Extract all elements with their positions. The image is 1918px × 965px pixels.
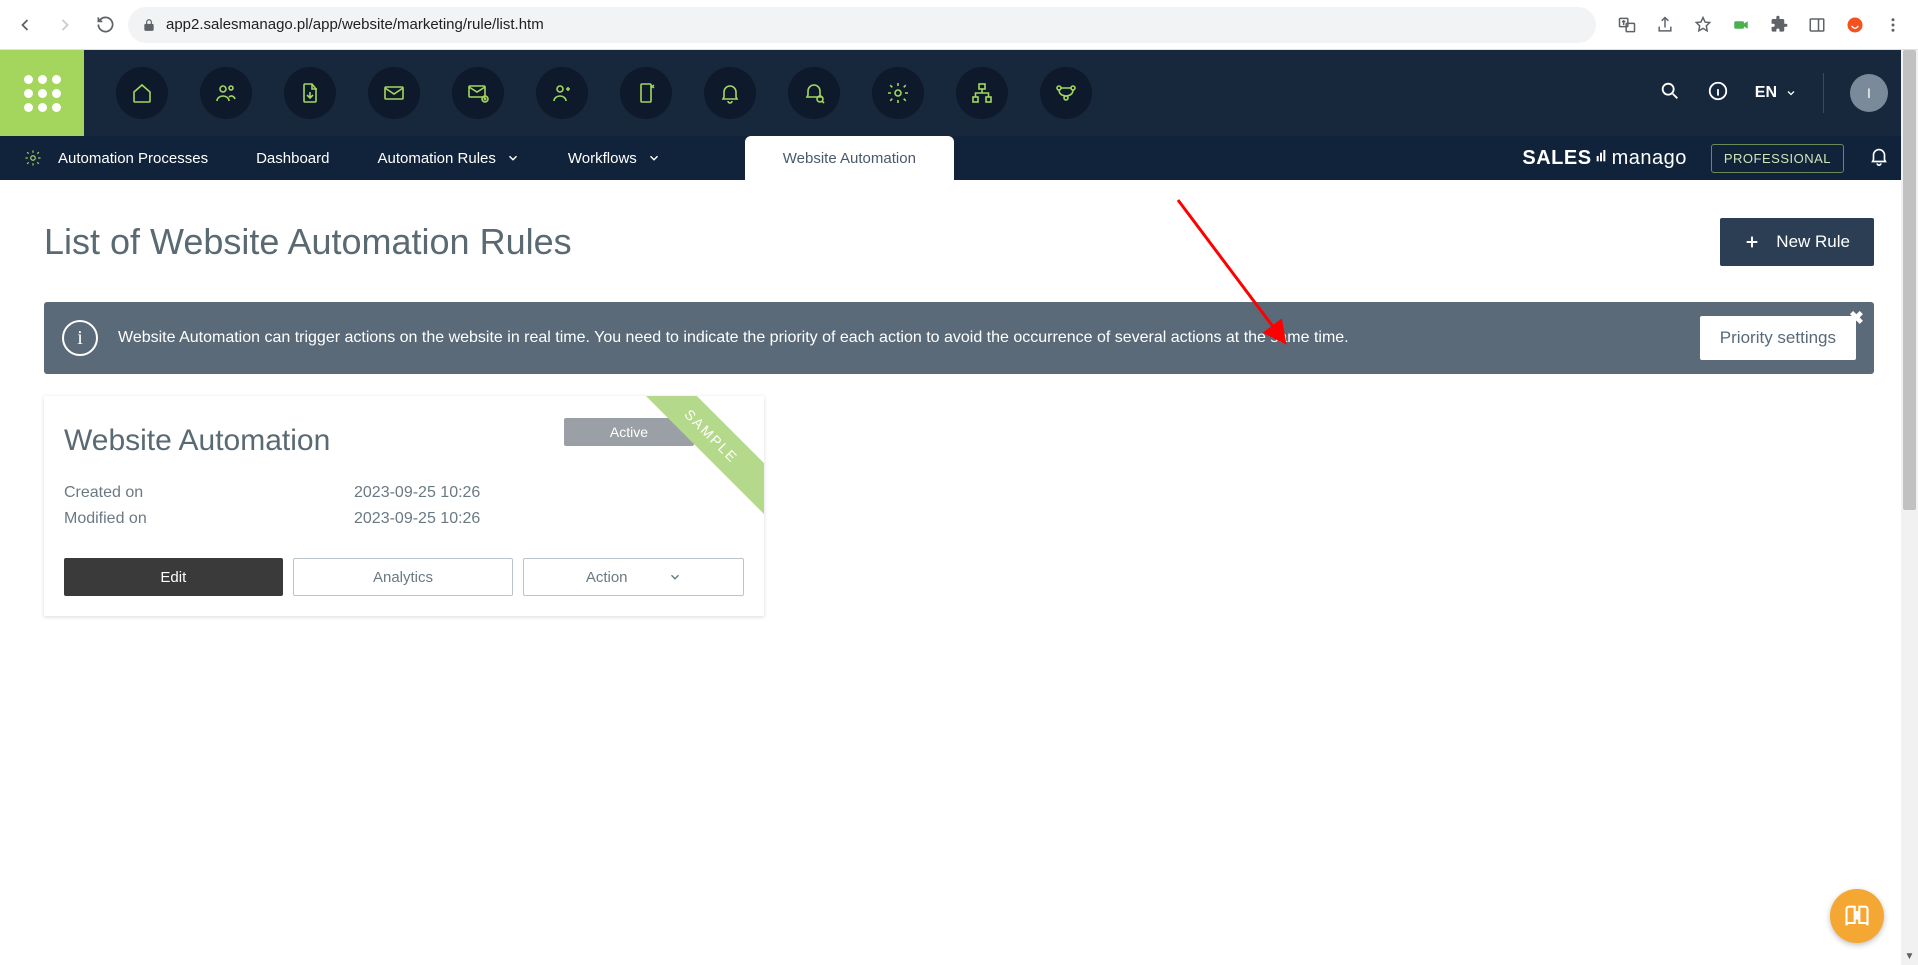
chevron-down-icon [668,570,682,584]
chevron-down-icon [1785,87,1797,99]
sample-ribbon: SAMPLE [625,396,764,523]
nav-flow-icon[interactable] [1040,67,1092,119]
help-book-icon: ? [1843,902,1871,930]
chevron-down-icon [506,151,520,165]
analytics-button[interactable]: Analytics [293,558,514,596]
subnav-tab-website-automation[interactable]: Website Automation [745,136,954,180]
nav-settings-gear-icon[interactable] [872,67,924,119]
nav-home-icon[interactable] [116,67,168,119]
plan-badge: PROFESSIONAL [1711,144,1844,173]
reload-button[interactable] [88,8,122,42]
extension-orange-icon[interactable] [1838,8,1872,42]
search-icon[interactable] [1659,80,1681,107]
edit-button[interactable]: Edit [64,558,283,596]
nav-email-icon[interactable] [368,67,420,119]
created-label: Created on [64,484,354,502]
window-scrollbar[interactable]: ▲ ▼ [1901,50,1918,965]
info-banner: i Website Automation can trigger actions… [44,302,1874,374]
new-rule-button[interactable]: New Rule [1720,218,1874,266]
browser-toolbar: app2.salesmanago.pl/app/website/marketin… [0,0,1918,50]
sub-nav: Automation Processes Dashboard Automatio… [0,136,1918,180]
info-circle-icon: i [62,320,98,356]
nav-bell-search-icon[interactable] [788,67,840,119]
bookmark-star-icon[interactable] [1686,8,1720,42]
brand-logo-text: SALES manago [1522,147,1686,170]
lock-icon [142,18,156,32]
language-label: EN [1755,84,1777,102]
sidepanel-icon[interactable] [1800,8,1834,42]
translate-icon[interactable] [1610,8,1644,42]
extensions-puzzle-icon[interactable] [1762,8,1796,42]
created-value: 2023-09-25 10:26 [354,484,480,502]
subnav-section[interactable]: Automation Processes [20,136,212,180]
subnav-dashboard[interactable]: Dashboard [252,136,333,180]
nav-user-plus-icon[interactable] [536,67,588,119]
back-button[interactable] [8,8,42,42]
page-content: List of Website Automation Rules New Rul… [0,180,1918,965]
user-avatar[interactable]: I [1850,74,1888,112]
nav-mobile-icon[interactable] [620,67,672,119]
forward-button[interactable] [48,8,82,42]
plus-icon [1744,234,1760,250]
chevron-down-icon [647,151,661,165]
browser-extensions [1610,8,1910,42]
share-icon[interactable] [1648,8,1682,42]
url-text: app2.salesmanago.pl/app/website/marketin… [166,16,544,33]
notifications-bell-icon[interactable] [1868,145,1890,171]
subnav-workflows[interactable]: Workflows [564,136,665,180]
close-icon[interactable]: ✖ [1849,308,1864,329]
rule-card: Active SAMPLE Website Automation Created… [44,396,764,616]
nav-bell-icon[interactable] [704,67,756,119]
page-title: List of Website Automation Rules [44,221,572,263]
scroll-thumb[interactable] [1903,50,1916,510]
brand-bars-icon [1594,148,1610,164]
modified-value: 2023-09-25 10:26 [354,510,480,528]
app-top-nav: EN I [0,50,1918,136]
modified-label: Modified on [64,510,354,528]
banner-text: Website Automation can trigger actions o… [118,327,1680,349]
divider [1823,73,1824,113]
address-bar[interactable]: app2.salesmanago.pl/app/website/marketin… [128,7,1596,43]
nav-import-icon[interactable] [284,67,336,119]
browser-menu-icon[interactable] [1876,8,1910,42]
extension-camera-icon[interactable] [1724,8,1758,42]
nav-sitemap-icon[interactable] [956,67,1008,119]
nav-contacts-icon[interactable] [200,67,252,119]
subnav-automation-rules[interactable]: Automation Rules [373,136,523,180]
priority-settings-button[interactable]: Priority settings [1700,316,1856,360]
apps-grid-button[interactable] [0,50,84,136]
action-dropdown[interactable]: Action [523,558,744,596]
nav-email-plus-icon[interactable] [452,67,504,119]
svg-text:?: ? [1854,910,1859,920]
info-icon[interactable] [1707,80,1729,107]
help-fab-button[interactable]: ? [1830,889,1884,943]
scroll-down-arrow[interactable]: ▼ [1901,948,1918,965]
language-selector[interactable]: EN [1755,84,1797,102]
gear-outline-icon [24,149,42,167]
subnav-section-label: Automation Processes [58,150,208,167]
